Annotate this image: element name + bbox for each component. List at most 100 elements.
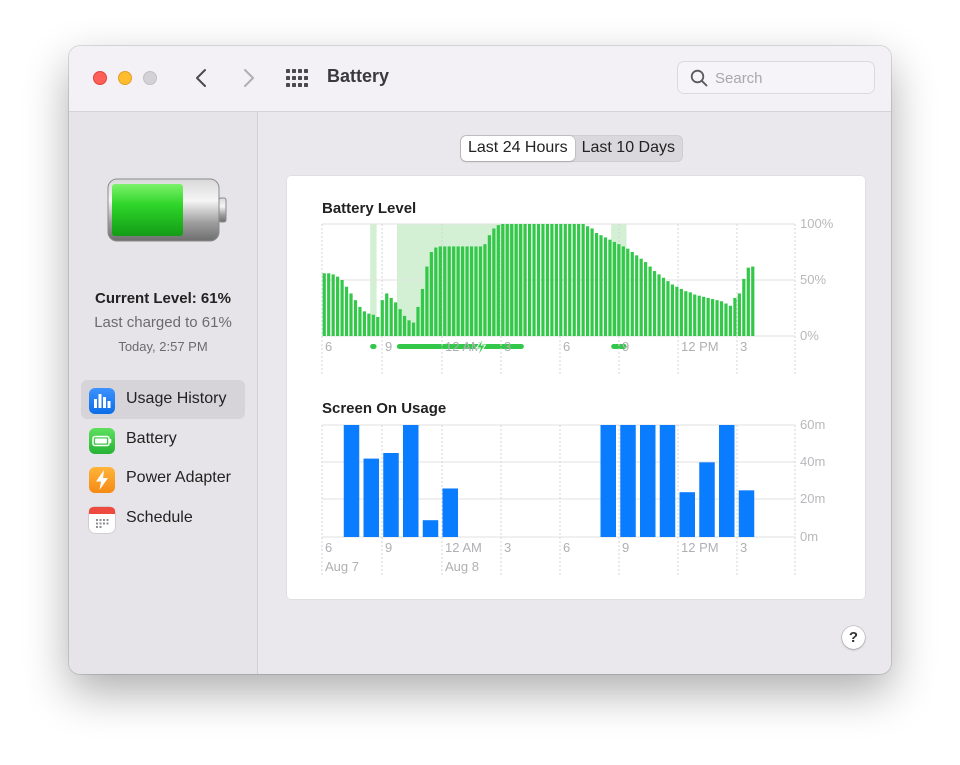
- usage-history-icon: [89, 388, 115, 414]
- sidebar-item-label: Schedule: [126, 508, 193, 526]
- battery-level-bar: [568, 224, 572, 336]
- battery-level-bar: [599, 235, 603, 336]
- battery-level-bar: [362, 311, 367, 336]
- battery-level-bar: [434, 247, 438, 336]
- battery-level-bar: [559, 224, 563, 336]
- battery-level-bar: [679, 288, 683, 336]
- screen-on-usage-x-tick-label: 12 AM: [445, 540, 482, 555]
- battery-icon: [89, 427, 115, 454]
- battery-level-bar: [697, 295, 701, 336]
- sidebar-item-battery[interactable]: Battery: [81, 420, 245, 459]
- battery-level-bar: [742, 278, 746, 336]
- battery-level-bar: [501, 224, 505, 336]
- battery-level-bar: [349, 293, 353, 336]
- zoom-window-button[interactable]: [143, 71, 157, 85]
- battery-level-bar: [630, 252, 634, 336]
- battery-level-bar: [710, 299, 715, 336]
- battery-level-bar: [402, 315, 407, 336]
- show-all-button[interactable]: [286, 69, 308, 87]
- search-input[interactable]: [715, 68, 865, 88]
- battery-level-bar: [353, 300, 358, 336]
- battery-level-bar: [577, 224, 581, 336]
- sidebar-item-label: Power Adapter: [126, 469, 231, 486]
- battery-level-bar: [452, 246, 456, 336]
- battery-level-bar: [652, 271, 657, 336]
- battery-level-x-tick-label: 12 AM: [445, 339, 482, 354]
- battery-level-bar: [376, 316, 380, 336]
- battery-level-bar: [612, 241, 616, 336]
- power-adapter-icon: [89, 467, 115, 493]
- screen-on-usage-bar: [738, 490, 755, 537]
- screen-on-usage-bar: [422, 520, 439, 537]
- screen-on-usage-bar: [719, 425, 735, 537]
- battery-level-bar: [644, 262, 648, 336]
- sidebar-item-schedule[interactable]: Schedule: [81, 499, 245, 538]
- battery-level-title: Battery Level: [322, 200, 416, 217]
- search-field[interactable]: [677, 61, 875, 94]
- battery-level-bar: [617, 244, 621, 336]
- window-title: Battery: [327, 66, 390, 86]
- battery-level-bar: [746, 267, 750, 336]
- battery-level-bar: [478, 246, 483, 336]
- battery-level-bar: [563, 224, 567, 336]
- sidebar-item-usage-history[interactable]: Usage History: [81, 380, 245, 419]
- battery-level-bar: [550, 224, 554, 336]
- preferences-window: Battery Search Current Level: 61% Last c…: [69, 46, 891, 674]
- battery-level-bar: [688, 292, 692, 336]
- battery-level-bar: [483, 244, 487, 336]
- screen-on-usage-x-tick-label: 3: [740, 540, 747, 555]
- chevron-right-icon: [244, 69, 254, 87]
- battery-level-bar: [581, 224, 585, 336]
- battery-level-x-tick-label: 12 PM: [681, 339, 719, 354]
- sidebar-item-power-adapter[interactable]: Power Adapter: [81, 459, 245, 498]
- battery-level-bar: [461, 246, 465, 336]
- battery-level-bar: [447, 246, 451, 336]
- screen-on-usage-bar: [403, 425, 419, 537]
- screen-on-usage-bar: [620, 425, 636, 537]
- battery-level-bar: [331, 274, 335, 336]
- battery-level-bar: [420, 288, 425, 336]
- minimize-window-button[interactable]: [118, 71, 132, 85]
- date-label: Aug 7: [325, 559, 359, 574]
- sidebar: Current Level: 61% Last charged to 61% T…: [69, 112, 258, 674]
- battery-level-y-tick-label: 0%: [800, 328, 819, 343]
- sidebar-nav: Usage History Battery Power Adapter Sche…: [81, 380, 245, 538]
- battery-level-bar: [585, 226, 590, 336]
- battery-level-bar: [416, 306, 420, 336]
- screen-on-usage-y-tick-label: 40m: [800, 454, 825, 469]
- battery-level-bar: [367, 313, 371, 336]
- battery-level-bar: [505, 224, 509, 336]
- battery-level-bar: [487, 235, 492, 336]
- battery-level-x-tick-label: 9: [622, 339, 629, 354]
- screen-on-usage-y-tick-label: 60m: [800, 417, 825, 432]
- screen-on-usage-bar: [343, 425, 360, 537]
- battery-level-bar: [519, 224, 523, 336]
- battery-level-bar: [657, 274, 661, 336]
- battery-level-bar: [389, 297, 393, 336]
- battery-level-bar: [670, 284, 675, 336]
- screen-on-usage-x-tick-label: 3: [504, 540, 511, 555]
- tab-last-24-hours[interactable]: Last 24 Hours: [461, 136, 575, 161]
- current-level-text: Current Level: 61%: [95, 290, 231, 307]
- battery-level-bar: [411, 322, 416, 336]
- battery-level-bar: [394, 302, 398, 336]
- screen-on-usage-x-tick-label: 9: [622, 540, 629, 555]
- help-button[interactable]: ?: [842, 626, 865, 649]
- battery-level-bar: [425, 266, 429, 336]
- sidebar-item-label: Usage History: [126, 390, 227, 407]
- tab-last-10-days[interactable]: Last 10 Days: [575, 136, 682, 161]
- battery-level-y-tick-label: 50%: [800, 272, 826, 287]
- grid-icon: [286, 69, 308, 87]
- forward-button[interactable]: [237, 66, 259, 90]
- screen-on-usage-x-tick-label: 6: [563, 540, 570, 555]
- battery-level-bar: [635, 255, 639, 336]
- close-window-button[interactable]: [93, 71, 107, 85]
- back-button[interactable]: [191, 66, 213, 90]
- screen-on-usage-x-tick-label: 12 PM: [681, 540, 719, 555]
- battery-level-bar: [737, 293, 741, 336]
- schedule-icon: [89, 506, 115, 533]
- screen-on-usage-bar: [679, 492, 695, 537]
- battery-level-bar: [438, 246, 442, 336]
- battery-level-bar: [456, 246, 460, 336]
- time-range-segmented-control: Last 24 Hours Last 10 Days: [460, 135, 683, 162]
